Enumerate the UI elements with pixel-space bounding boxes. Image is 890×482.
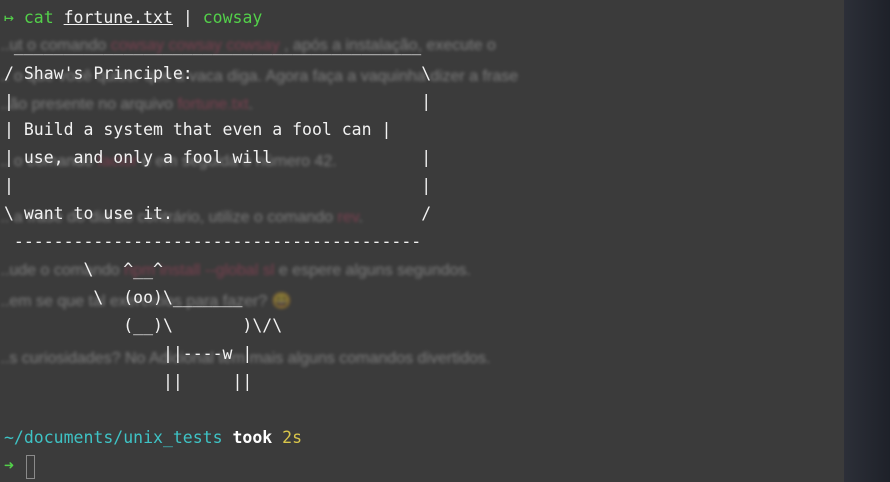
took-label: took — [232, 428, 273, 447]
pipe-command: cowsay — [202, 8, 263, 27]
terminal-window[interactable]: ↦ cat fortune.txt | cowsay _____________… — [0, 0, 890, 482]
command-argument: fortune.txt — [63, 8, 173, 27]
prompt-arrow-icon: ↦ — [4, 8, 14, 27]
output-line-10: \ (oo)\_______ — [4, 288, 243, 307]
pipe-symbol: | — [182, 8, 193, 27]
output-line-2: / Shaw's Principle: \ — [4, 64, 432, 83]
status-line: ~/documents/unix_tests took 2s — [4, 424, 302, 452]
output-line-7: \ want to use it. / — [4, 204, 432, 223]
prompt-arrow-icon: ➜ — [4, 456, 14, 475]
output-line-1: ________________________________________… — [4, 36, 422, 55]
output-line-3: | | — [4, 92, 432, 111]
text-cursor[interactable] — [25, 454, 35, 479]
command-name: cat — [23, 8, 54, 27]
output-line-11: (__)\ )\/\ — [4, 316, 283, 335]
current-path: ~/documents/unix_tests — [4, 428, 223, 447]
command-line: ↦ cat fortune.txt | cowsay — [4, 4, 262, 32]
output-line-13: || || — [4, 372, 253, 391]
output-line-12: ||----w | — [4, 344, 253, 363]
output-line-9: \ ^__^ — [4, 260, 163, 279]
output-line-5: | use, and only a fool will | — [4, 148, 432, 167]
input-line[interactable]: ➜ — [4, 452, 35, 480]
output-line-4: | Build a system that even a fool can | — [4, 120, 392, 139]
output-line-8: ----------------------------------------… — [4, 232, 422, 251]
duration: 2s — [282, 428, 303, 447]
output-line-6: | | — [4, 176, 432, 195]
